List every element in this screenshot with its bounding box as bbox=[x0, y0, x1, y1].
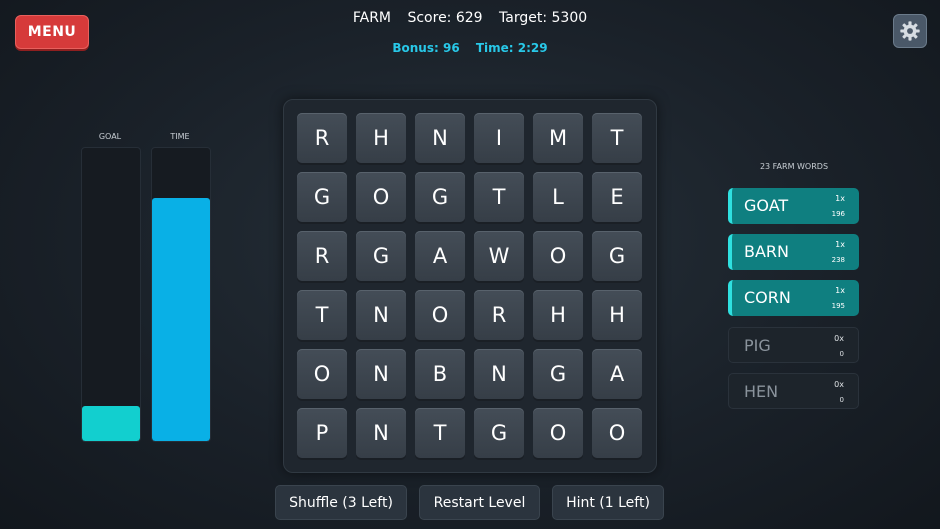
word-text: HEN bbox=[744, 381, 779, 401]
word-points: 196 bbox=[831, 210, 845, 218]
word-multiplier: 0x bbox=[834, 333, 844, 343]
letter-tile[interactable]: G bbox=[592, 231, 642, 281]
letter-tile[interactable]: W bbox=[474, 231, 524, 281]
word-entry: HEN 0x 0 bbox=[728, 372, 859, 409]
time-meter bbox=[151, 147, 211, 442]
level-header: FARM Score: 629 Target: 5300 bbox=[0, 10, 940, 26]
word-multiplier: 0x bbox=[834, 379, 844, 389]
letter-tile[interactable]: O bbox=[592, 408, 642, 458]
letter-tile[interactable]: O bbox=[533, 408, 583, 458]
letter-tile[interactable]: E bbox=[592, 172, 642, 222]
letter-tile[interactable]: R bbox=[474, 290, 524, 340]
bonus-display: Bonus: 96 bbox=[392, 41, 460, 55]
letter-tile[interactable]: A bbox=[415, 231, 465, 281]
word-entry: PIG 0x 0 bbox=[728, 326, 859, 363]
restart-level-button[interactable]: Restart Level bbox=[419, 485, 540, 520]
category-title: FARM bbox=[352, 10, 392, 26]
time-display: Time: 2:29 bbox=[475, 41, 548, 55]
settings-button[interactable] bbox=[893, 14, 927, 48]
letter-tile[interactable]: M bbox=[533, 113, 583, 163]
word-multiplier: 1x bbox=[835, 286, 845, 296]
letter-tile[interactable]: A bbox=[592, 349, 642, 399]
time-meter-label: TIME bbox=[170, 132, 190, 141]
letter-tile[interactable]: R bbox=[297, 113, 347, 163]
word-text: GOAT bbox=[744, 196, 789, 215]
shuffle-button[interactable]: Shuffle (3 Left) bbox=[275, 485, 407, 520]
letter-tile[interactable]: H bbox=[356, 113, 406, 163]
letter-grid: RHNIMTGOGTLERGAWOGTNORHHONBNGAPNTGOO bbox=[283, 99, 657, 473]
letter-tile[interactable]: I bbox=[474, 113, 524, 163]
letter-tile[interactable]: N bbox=[415, 113, 465, 163]
letter-tile[interactable]: R bbox=[297, 231, 347, 281]
letter-tile[interactable]: N bbox=[356, 349, 406, 399]
word-entry: GOAT 1x 196 bbox=[728, 188, 859, 224]
letter-tile[interactable]: N bbox=[474, 349, 524, 399]
target-display: Target: 5300 bbox=[499, 10, 588, 26]
word-points: 0 bbox=[839, 395, 844, 404]
time-meter-fill bbox=[152, 197, 210, 441]
letter-tile[interactable]: G bbox=[533, 349, 583, 399]
letter-tile[interactable]: T bbox=[592, 113, 642, 163]
letter-tile[interactable]: O bbox=[297, 349, 347, 399]
word-text: PIG bbox=[744, 335, 771, 355]
letter-tile[interactable]: H bbox=[592, 290, 642, 340]
letter-tile[interactable]: T bbox=[415, 408, 465, 458]
letter-tile[interactable]: P bbox=[297, 408, 347, 458]
letter-tile[interactable]: G bbox=[415, 172, 465, 222]
level-subheader: Bonus: 96 Time: 2:29 bbox=[0, 41, 940, 55]
goal-meter-label: GOAL bbox=[98, 132, 122, 141]
word-entry: CORN 1x 195 bbox=[728, 280, 859, 317]
word-text: BARN bbox=[744, 242, 790, 262]
hint-button[interactable]: Hint (1 Left) bbox=[552, 485, 664, 520]
gear-icon bbox=[900, 21, 920, 41]
word-multiplier: 1x bbox=[835, 194, 845, 203]
word-points: 195 bbox=[831, 302, 845, 311]
letter-tile[interactable]: O bbox=[356, 172, 406, 222]
letter-tile[interactable]: H bbox=[533, 290, 583, 340]
word-list-title: 23 FARM WORDS bbox=[759, 162, 829, 171]
word-text: CORN bbox=[744, 288, 791, 308]
letter-tile[interactable]: T bbox=[474, 172, 524, 222]
letter-tile[interactable]: O bbox=[415, 290, 465, 340]
word-entry: BARN 1x 238 bbox=[728, 234, 859, 271]
letter-tile[interactable]: B bbox=[415, 349, 465, 399]
goal-meter bbox=[81, 147, 141, 442]
letter-tile[interactable]: T bbox=[297, 290, 347, 340]
goal-meter-fill bbox=[82, 405, 140, 441]
letter-tile[interactable]: O bbox=[533, 231, 583, 281]
word-multiplier: 1x bbox=[835, 240, 845, 250]
letter-tile[interactable]: G bbox=[297, 172, 347, 222]
letter-tile[interactable]: N bbox=[356, 290, 406, 340]
letter-tile[interactable]: G bbox=[356, 231, 406, 281]
letter-tile[interactable]: N bbox=[356, 408, 406, 458]
word-points: 238 bbox=[831, 256, 845, 265]
score-display: Score: 629 bbox=[407, 10, 483, 26]
letter-tile[interactable]: L bbox=[533, 172, 583, 222]
word-points: 0 bbox=[839, 349, 844, 358]
letter-tile[interactable]: G bbox=[474, 408, 524, 458]
